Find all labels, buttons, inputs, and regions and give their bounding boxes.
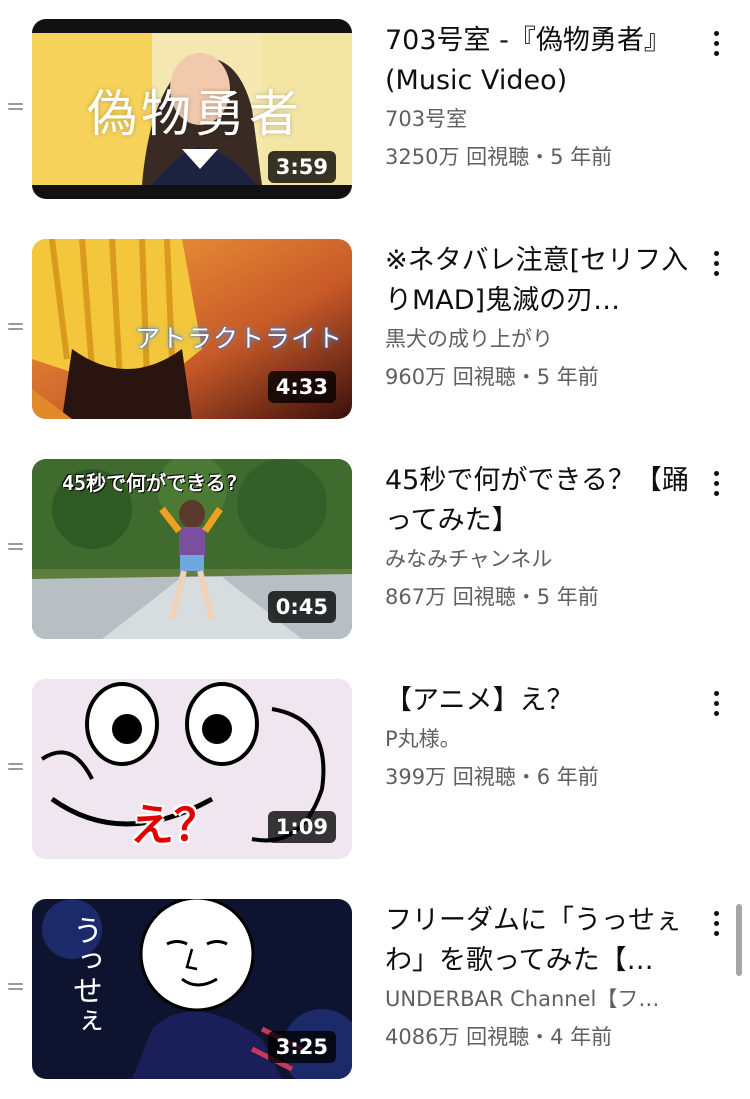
drag-handle-icon[interactable] xyxy=(8,543,23,555)
video-title[interactable]: 703号室 -『偽物勇者』(Music Video) xyxy=(385,21,697,101)
video-thumbnail[interactable]: アトラクトライト 4:33 xyxy=(32,239,352,419)
channel-name[interactable]: 703号室 xyxy=(385,103,703,133)
drag-handle-icon[interactable] xyxy=(8,983,23,995)
list-item[interactable]: アトラクトライト 4:33 ※ネタバレ注意[セリフ入りMAD]鬼滅の刃… 黒犬の… xyxy=(0,239,750,439)
channel-name[interactable]: P丸様。 xyxy=(385,723,703,753)
more-vert-icon[interactable] xyxy=(705,251,727,281)
list-item[interactable]: うっせぇ 3:25 フリーダムに「うっせぇわ」を歌ってみた【… UNDERBAR… xyxy=(0,899,750,1099)
thumbnail-title: 45秒で何ができる? xyxy=(62,471,238,495)
scrollbar[interactable] xyxy=(736,904,742,976)
thumbnail-title: うっせぇ xyxy=(67,915,102,1035)
duration-badge: 4:33 xyxy=(267,371,336,403)
video-thumbnail[interactable]: 偽物勇者 3:59 xyxy=(32,19,352,199)
video-meta: 399万 回視聴・6 年前 xyxy=(385,765,599,789)
more-vert-icon[interactable] xyxy=(705,691,727,721)
video-title[interactable]: 【アニメ】え？ xyxy=(385,681,697,721)
video-title[interactable]: ※ネタバレ注意[セリフ入りMAD]鬼滅の刃… xyxy=(385,241,697,321)
list-item[interactable]: 偽物勇者 3:59 703号室 -『偽物勇者』(Music Video) 703… xyxy=(0,19,750,219)
video-meta: 867万 回視聴・5 年前 xyxy=(385,585,599,609)
drag-handle-icon[interactable] xyxy=(8,323,23,335)
video-meta: 4086万 回視聴・4 年前 xyxy=(385,1025,613,1049)
video-thumbnail[interactable]: うっせぇ 3:25 xyxy=(32,899,352,1079)
channel-name[interactable]: UNDERBAR Channel【フ… xyxy=(385,983,703,1013)
more-vert-icon[interactable] xyxy=(705,471,727,501)
more-vert-icon[interactable] xyxy=(705,31,727,61)
list-item[interactable]: 45秒で何ができる? 0:45 45秒で何ができる？【踊ってみた】 みなみチャン… xyxy=(0,459,750,659)
duration-badge: 3:59 xyxy=(267,151,336,183)
more-vert-icon[interactable] xyxy=(705,911,727,941)
duration-badge: 0:45 xyxy=(267,591,336,623)
channel-name[interactable]: 黒犬の成り上がり xyxy=(385,323,703,353)
duration-badge: 1:09 xyxy=(267,811,336,843)
thumbnail-title: 偽物勇者 xyxy=(87,85,303,143)
channel-name[interactable]: みなみチャンネル xyxy=(385,543,703,573)
drag-handle-icon[interactable] xyxy=(8,763,23,775)
video-meta: 960万 回視聴・5 年前 xyxy=(385,365,599,389)
video-title[interactable]: フリーダムに「うっせぇわ」を歌ってみた【… xyxy=(385,901,697,981)
list-item[interactable]: え？ 1:09 【アニメ】え？ P丸様。 399万 回視聴・6 年前 xyxy=(0,679,750,879)
video-title[interactable]: 45秒で何ができる？【踊ってみた】 xyxy=(385,461,697,541)
video-thumbnail[interactable]: 45秒で何ができる? 0:45 xyxy=(32,459,352,639)
duration-badge: 3:25 xyxy=(267,1031,336,1063)
thumbnail-title: アトラクトライト xyxy=(135,324,344,353)
thumbnail-title: え？ xyxy=(130,800,218,851)
drag-handle-icon[interactable] xyxy=(8,103,23,115)
video-thumbnail[interactable]: え？ 1:09 xyxy=(32,679,352,859)
video-meta: 3250万 回視聴・5 年前 xyxy=(385,145,613,169)
